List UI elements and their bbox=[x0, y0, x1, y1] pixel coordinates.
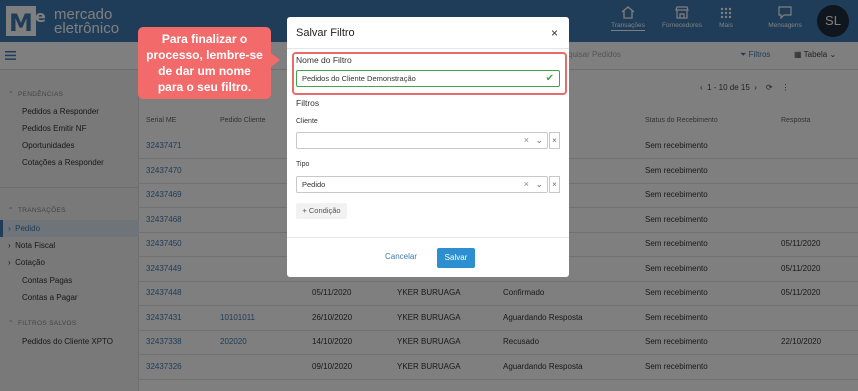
tooltip-line: Para finalizar o bbox=[161, 32, 248, 46]
save-filter-dialog: Salvar Filtro × Nome do Filtro Pedidos d… bbox=[287, 17, 569, 277]
remove-tipo-button[interactable]: × bbox=[549, 176, 560, 193]
remove-cliente-button[interactable]: × bbox=[549, 132, 560, 149]
save-button[interactable]: Salvar bbox=[437, 248, 475, 268]
tipo-value: Pedido bbox=[302, 180, 326, 189]
close-icon[interactable]: × bbox=[551, 26, 558, 40]
tooltip-line: de dar um nome bbox=[158, 64, 251, 78]
divider bbox=[287, 237, 569, 238]
tipo-label: Tipo bbox=[296, 161, 310, 168]
chevron-down-icon[interactable]: ⌄ bbox=[535, 133, 543, 148]
tipo-select[interactable]: Pedido × ⌄ bbox=[296, 176, 548, 193]
filter-name-label: Nome do Filtro bbox=[296, 55, 352, 65]
add-condition-button[interactable]: + Condição bbox=[296, 203, 347, 219]
check-icon: ✔ bbox=[545, 73, 554, 84]
cliente-select[interactable]: × ⌄ bbox=[296, 132, 548, 149]
cancel-button[interactable]: Cancelar bbox=[385, 252, 417, 261]
chevron-down-icon[interactable]: ⌄ bbox=[535, 177, 543, 192]
hint-tooltip: Para finalizar o processo, lembre-se de … bbox=[138, 27, 280, 99]
tooltip-line: processo, lembre-se bbox=[146, 48, 263, 62]
dialog-title: Salvar Filtro bbox=[296, 27, 355, 39]
filter-name-input[interactable]: Pedidos do Cliente Demonstração ✔ bbox=[296, 70, 560, 87]
clear-icon[interactable]: × bbox=[524, 133, 529, 148]
tooltip-line: para o seu filtro. bbox=[157, 80, 252, 94]
filter-name-value: Pedidos do Cliente Demonstração bbox=[302, 74, 416, 83]
filters-section-label: Filtros bbox=[296, 98, 320, 108]
divider bbox=[287, 48, 569, 49]
cliente-label: Cliente bbox=[296, 118, 318, 125]
clear-icon[interactable]: × bbox=[524, 177, 529, 192]
